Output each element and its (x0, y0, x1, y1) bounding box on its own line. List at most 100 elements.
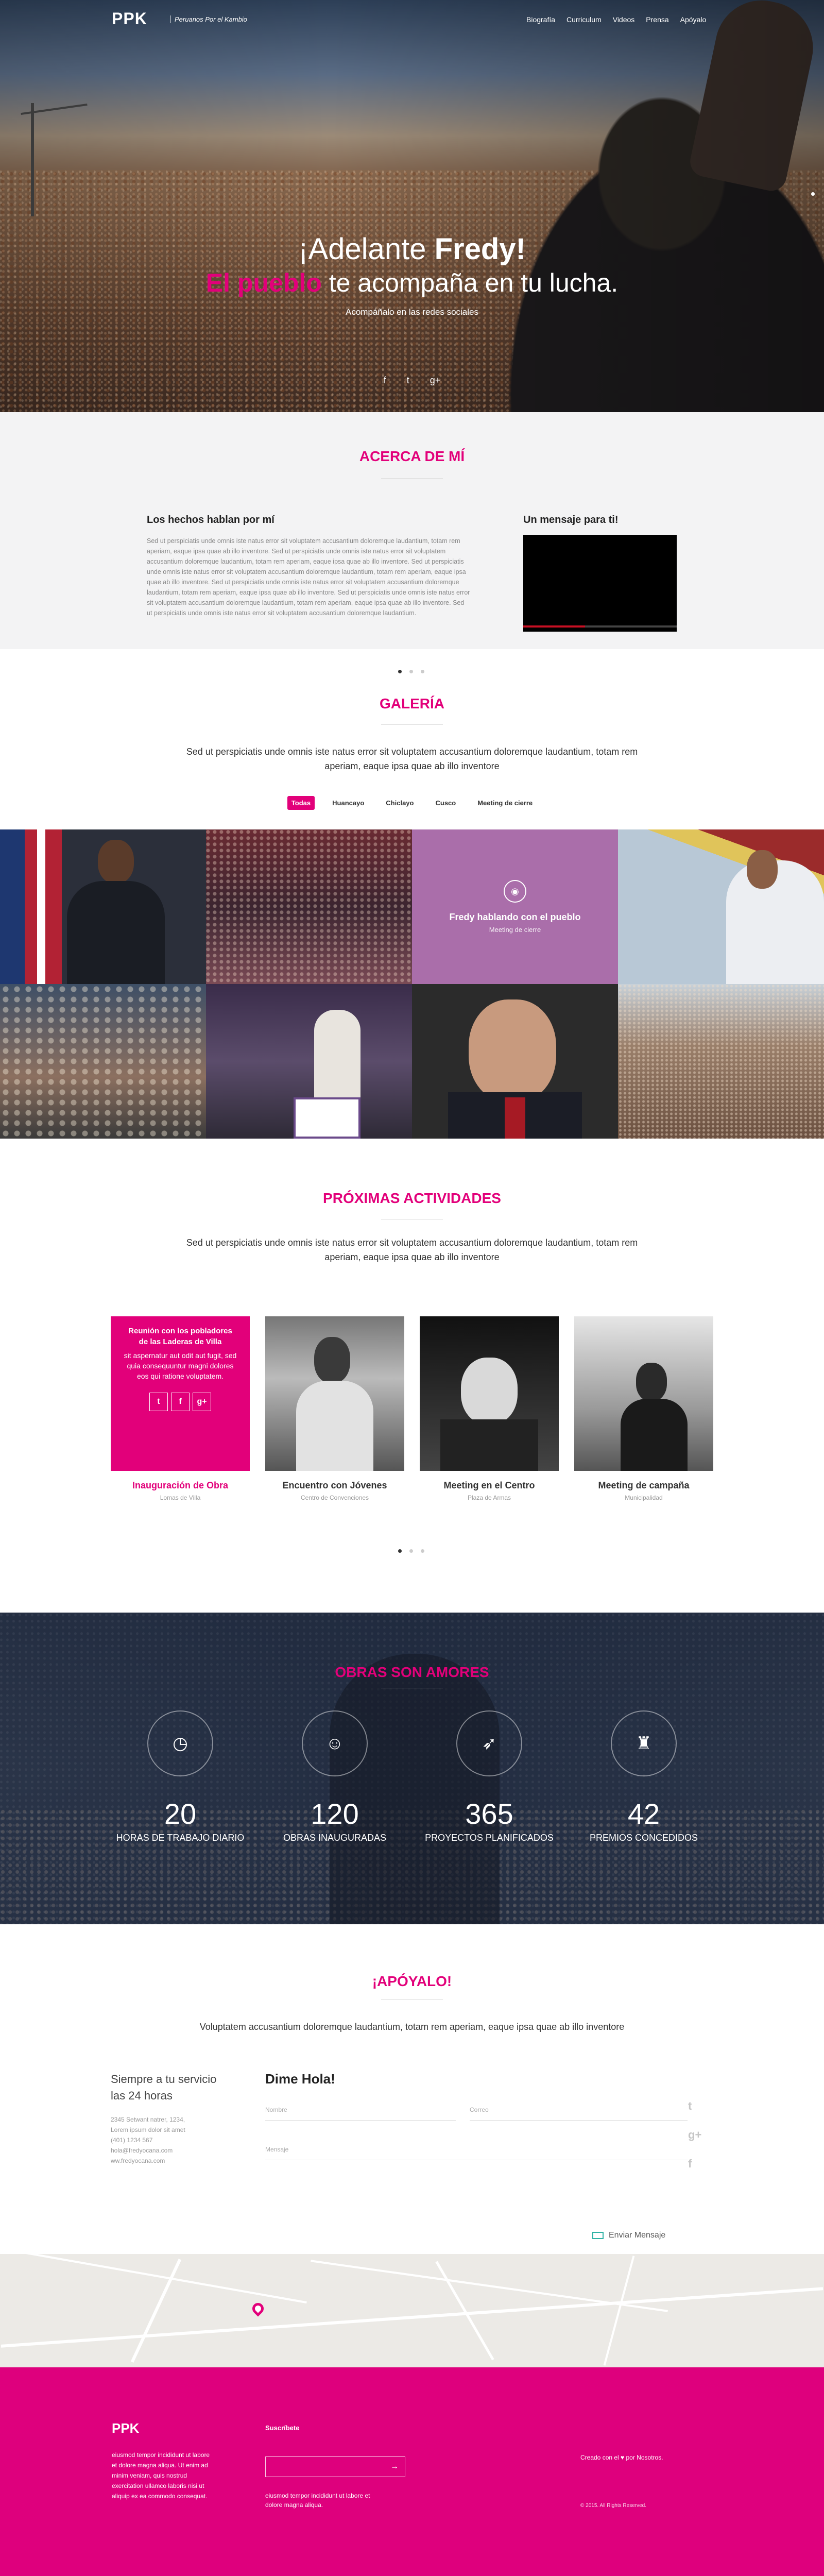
support-intro: Voluptatem accusantium doloremque laudan… (199, 2022, 625, 2032)
subscribe-heading: Suscríbete (265, 2424, 300, 2432)
activity-title[interactable]: Inauguración de Obra (111, 1480, 250, 1491)
activity-title[interactable]: Meeting de campaña (574, 1480, 713, 1491)
gallery-title: GALERÍA (380, 696, 444, 711)
filter-cusco[interactable]: Cusco (431, 796, 460, 810)
activities-section: PRÓXIMAS ACTIVIDADES Sed ut perspiciatis… (0, 1149, 824, 1613)
overlay-title: Fredy hablando con el pueblo (449, 912, 581, 922)
footer-logo[interactable]: PPK (112, 2420, 139, 2436)
gallery-photo[interactable] (206, 984, 412, 1139)
foursquare-icon[interactable]: f (688, 2157, 701, 2171)
twitter-icon[interactable]: t (149, 1393, 168, 1411)
twitter-icon[interactable]: t (407, 375, 409, 386)
activity-place: Plaza de Armas (467, 1494, 511, 1501)
hero-title: ¡Adelante Fredy! (298, 232, 526, 266)
website-link[interactable]: ww.fredyocana.com (111, 2156, 216, 2166)
subscribe-input[interactable]: → (265, 2456, 405, 2477)
gallery-photo[interactable] (618, 829, 824, 984)
map-pin-icon[interactable] (250, 2300, 266, 2317)
activity-card[interactable]: Meeting en el Centro Plaza de Armas (420, 1316, 559, 1501)
pager-dot[interactable] (409, 670, 413, 673)
users-icon: ☺ (302, 1710, 368, 1776)
gallery-photo[interactable] (618, 984, 824, 1139)
activity-place: Municipalidad (625, 1494, 663, 1501)
activity-card[interactable]: Encuentro con Jóvenes Centro de Convenci… (265, 1316, 404, 1501)
trophy-icon: ♜ (611, 1710, 677, 1776)
google-plus-icon[interactable]: g+ (430, 375, 441, 386)
hero-social-text: Acompáñalo en las redes sociales (346, 307, 478, 317)
location-map[interactable] (0, 2254, 824, 2367)
stat-awards: ♜ 42 PREMIOS CONCEDIDOS (566, 1710, 721, 1843)
twitter-icon[interactable]: t (688, 2099, 701, 2113)
email-field[interactable]: Correo (470, 2102, 688, 2121)
nav-curriculum[interactable]: Curriculum (566, 15, 602, 24)
activity-title[interactable]: Meeting en el Centro (420, 1480, 559, 1491)
overlay-subtitle: Meeting de cierre (489, 926, 541, 934)
subscribe-text: eiusmod tempor incididunt ut labore et d… (265, 2492, 370, 2509)
google-plus-icon[interactable]: g+ (688, 2128, 701, 2142)
activity-card[interactable]: Meeting de campaña Municipalidad (574, 1316, 713, 1501)
filter-todas[interactable]: Todas (287, 796, 315, 810)
arrow-right-icon[interactable]: → (390, 2462, 399, 2471)
address-line: 2345 Setwant natrer, 1234, (111, 2116, 185, 2123)
pager-dot[interactable] (409, 1549, 413, 1553)
pager-dot-active[interactable] (398, 1549, 402, 1553)
hero-social-icons: f t g+ (0, 375, 824, 386)
site-footer: PPK eiusmod tempor incididunt ut labore … (0, 2367, 824, 2576)
nav-biografia[interactable]: Biografía (526, 15, 555, 24)
gallery-overlay[interactable]: ◉ Fredy hablando con el pueblo Meeting d… (412, 829, 618, 984)
message-field[interactable]: Mensaje (265, 2142, 688, 2160)
nav-videos[interactable]: Videos (613, 15, 635, 24)
form-title: Dime Hola! (265, 2071, 335, 2087)
site-tagline: Peruanos Por el Kambio (170, 15, 247, 23)
nav-prensa[interactable]: Prensa (646, 15, 668, 24)
footer-text: eiusmod tempor incididunt ut labore et d… (112, 2451, 210, 2500)
activities-intro: Sed ut perspiciatis unde omnis iste natu… (186, 1238, 638, 1262)
gallery-photo[interactable] (0, 984, 206, 1139)
stats-title: OBRAS SON AMORES (335, 1664, 489, 1680)
google-plus-icon[interactable]: g+ (193, 1393, 211, 1411)
filter-chiclayo[interactable]: Chiclayo (382, 796, 418, 810)
gallery-photo[interactable] (412, 984, 618, 1139)
activity-photo (265, 1316, 404, 1471)
featured-text: sit aspernatur aut odit aut fugit, sed q… (124, 1351, 237, 1380)
activity-card[interactable]: Reunión con los pobladores de las Ladera… (111, 1316, 250, 1501)
slider-dot[interactable] (811, 192, 815, 196)
facebook-icon[interactable]: f (384, 375, 386, 386)
about-left-heading: Los hechos hablan por mí (147, 514, 274, 526)
nav-apoyalo[interactable]: Apóyalo (680, 15, 707, 24)
address-line: Lorem ipsum dolor sit amet (111, 2126, 185, 2133)
name-field[interactable]: Nombre (265, 2102, 456, 2121)
gallery-section: GALERÍA Sed ut perspiciatis unde omnis i… (0, 649, 824, 1149)
eye-icon[interactable]: ◉ (504, 880, 526, 903)
stat-hours: ◷ 20 HORAS DE TRABAJO DIARIO (103, 1710, 258, 1843)
footer-credit: Creado con el ♥ por Nosotros. (580, 2454, 663, 2461)
send-button[interactable]: Enviar Mensaje (592, 2231, 665, 2240)
video-player[interactable] (523, 535, 677, 632)
gallery-photo[interactable] (0, 829, 206, 984)
gallery-photo[interactable] (206, 829, 412, 984)
contact-heading-1: Siempre a tu servicio (111, 2073, 217, 2086)
activity-photo (574, 1316, 713, 1471)
contact-info: Siempre a tu servicio las 24 horas 2345 … (111, 2071, 216, 2166)
gallery-photo-featured[interactable]: ◉ Fredy hablando con el pueblo Meeting d… (412, 829, 618, 984)
side-social-icons: t g+ f (688, 2099, 701, 2171)
activity-place: Lomas de Villa (160, 1494, 201, 1501)
facebook-icon[interactable]: f (171, 1393, 190, 1411)
pager-dot[interactable] (421, 670, 424, 673)
activity-title[interactable]: Encuentro con Jóvenes (265, 1480, 404, 1491)
activity-social: t f g+ (123, 1393, 237, 1411)
rocket-icon: ➶ (456, 1710, 522, 1776)
email-link[interactable]: hola@fredyocana.com (111, 2145, 216, 2156)
support-section: ¡APÓYALO! Voluptatem accusantium dolorem… (0, 1924, 824, 2254)
video-progress (523, 625, 585, 628)
pager-dot-active[interactable] (398, 670, 402, 673)
activity-photo (420, 1316, 559, 1471)
gallery-grid: ◉ Fredy hablando con el pueblo Meeting d… (0, 829, 824, 1139)
pager-dot[interactable] (421, 1549, 424, 1553)
site-logo[interactable]: PPK (112, 9, 147, 28)
main-nav: Biografía Curriculum Videos Prensa Apóya… (526, 15, 706, 24)
filter-meeting-cierre[interactable]: Meeting de cierre (473, 796, 537, 810)
activity-featured-panel: Reunión con los pobladores de las Ladera… (111, 1316, 250, 1471)
featured-heading: Reunión con los pobladores de las Ladera… (128, 1327, 232, 1346)
filter-huancayo[interactable]: Huancayo (328, 796, 368, 810)
